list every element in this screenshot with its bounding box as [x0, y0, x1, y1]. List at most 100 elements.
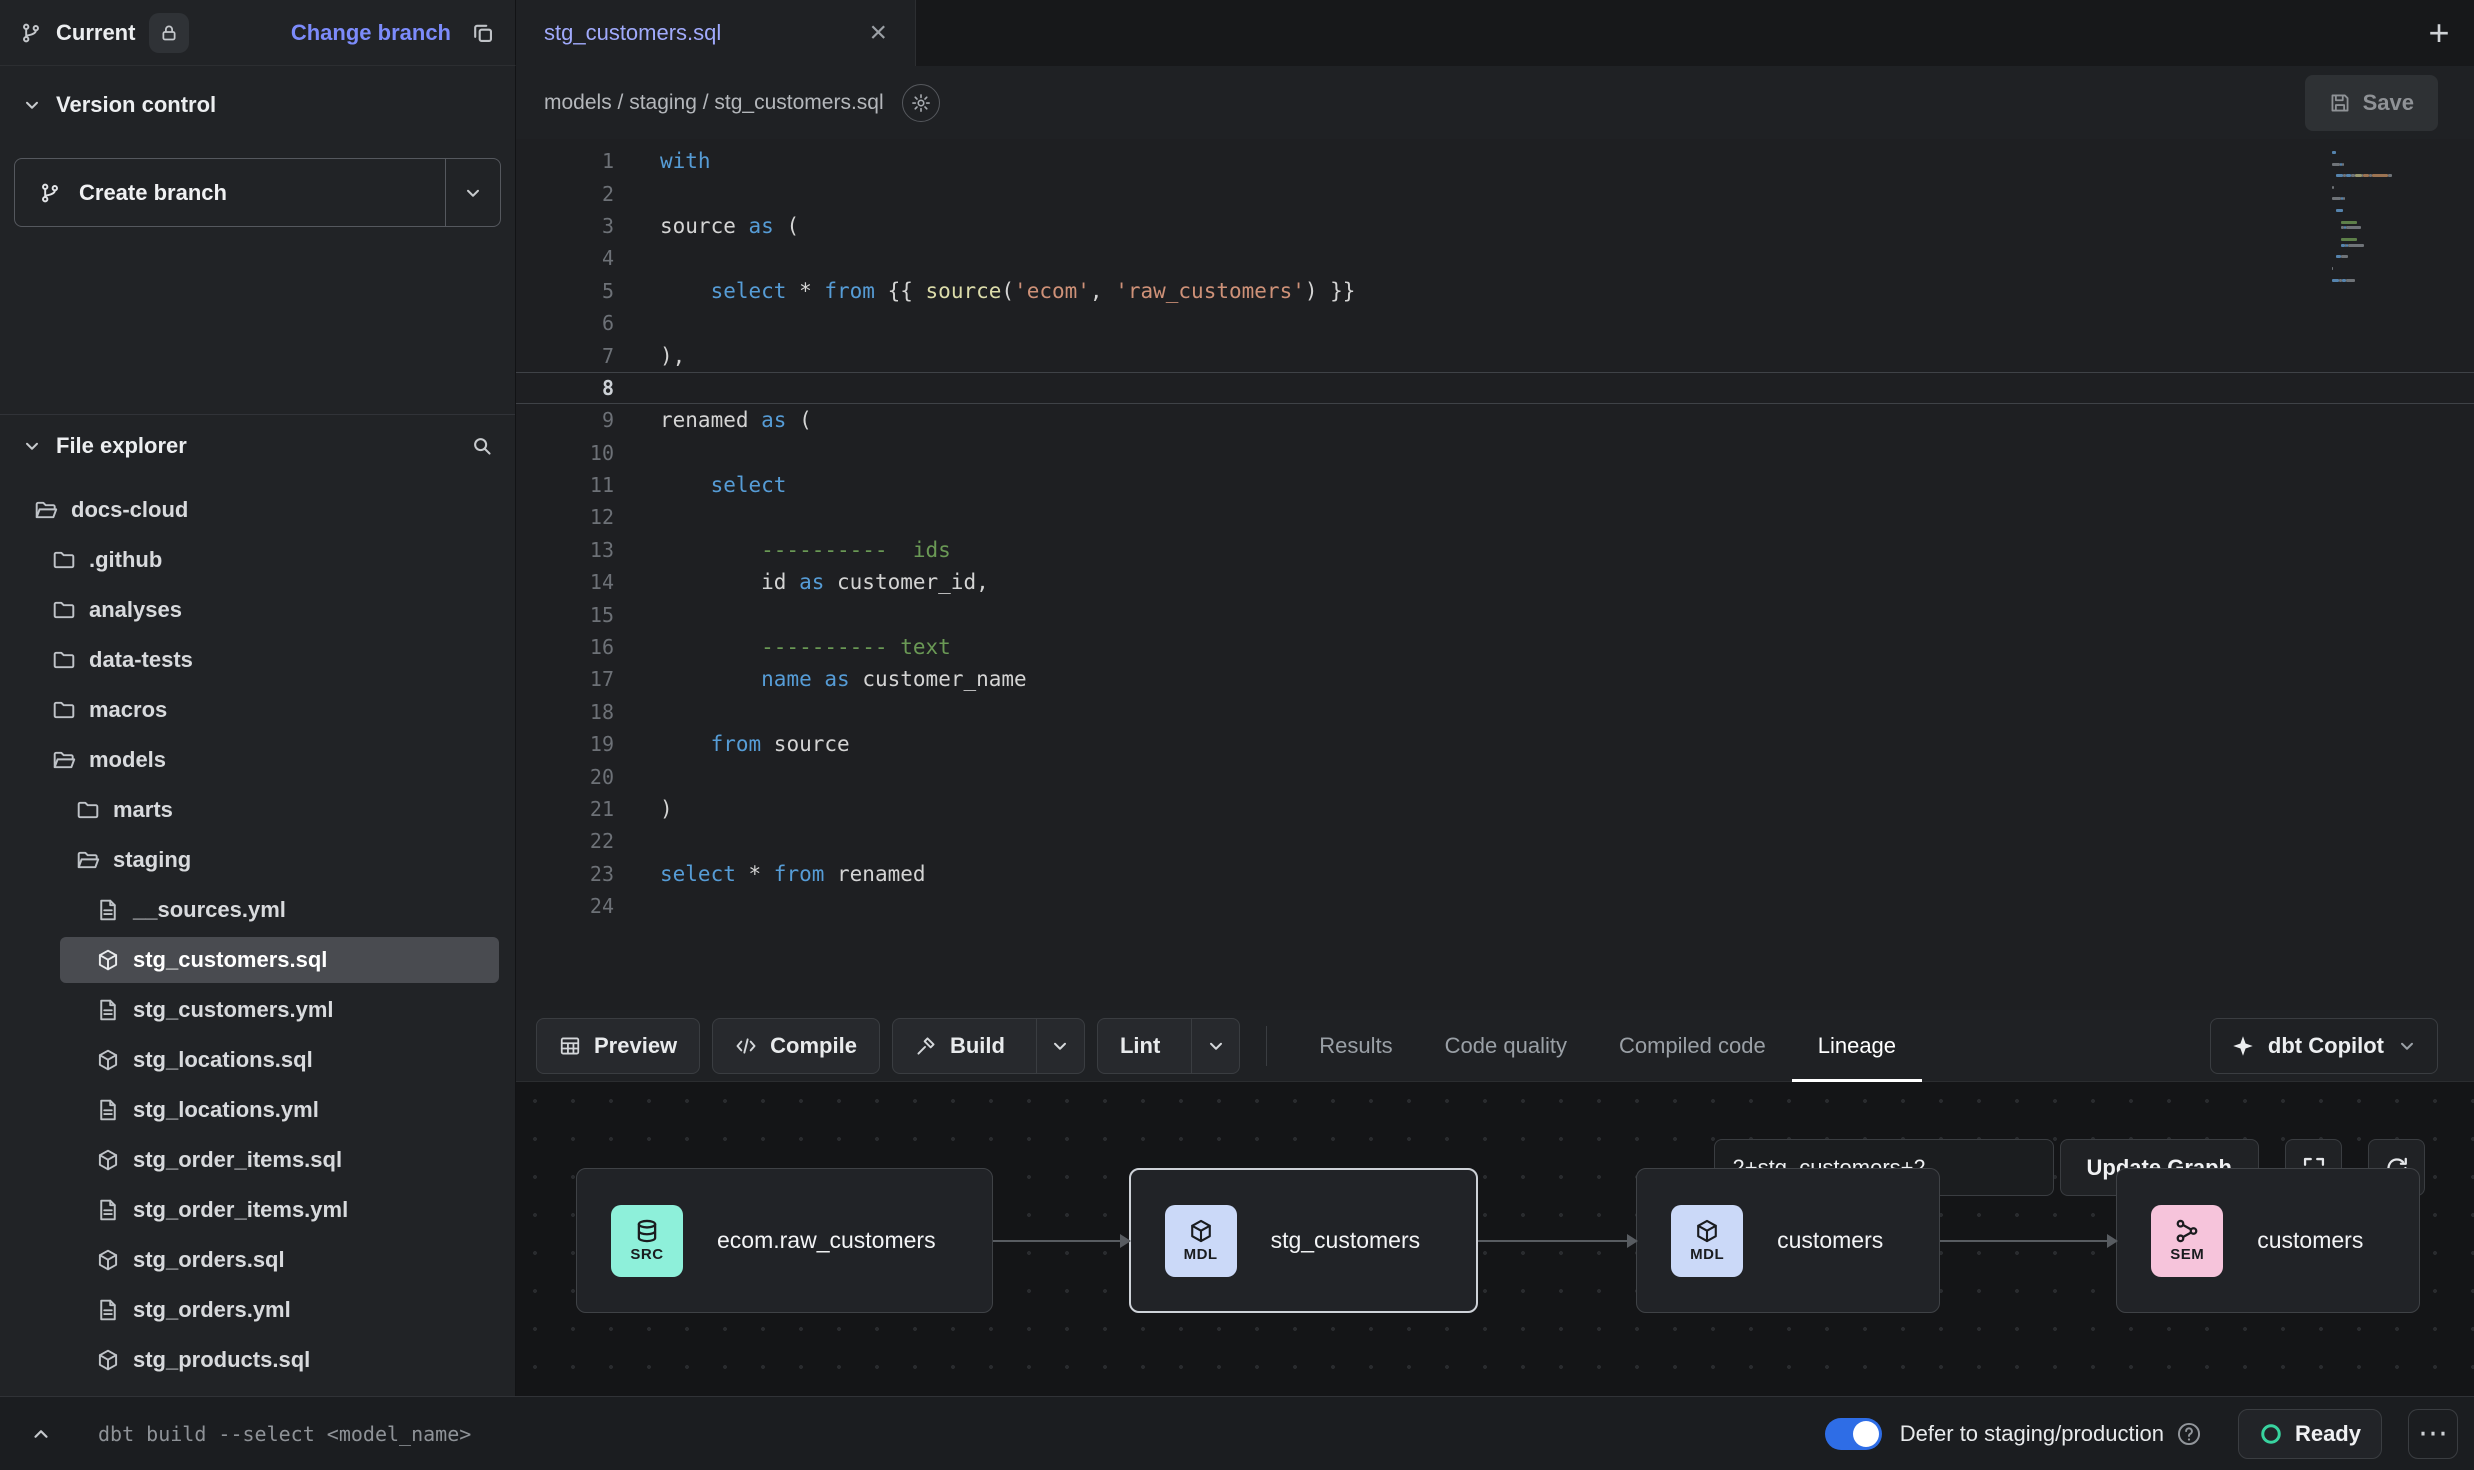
file-icon: [96, 1098, 120, 1122]
code-line-22[interactable]: 22: [516, 825, 2474, 857]
create-branch-button[interactable]: Create branch: [14, 158, 501, 227]
help-icon[interactable]: [2176, 1421, 2202, 1447]
code-line-19[interactable]: 19 from source: [516, 728, 2474, 760]
code-line-4[interactable]: 4: [516, 242, 2474, 274]
status-ready-badge[interactable]: Ready: [2238, 1409, 2382, 1459]
lineage-node-mdl-customers[interactable]: MDLcustomers: [1636, 1168, 1940, 1313]
tree-item-stg-order-items-yml[interactable]: stg_order_items.yml: [0, 1185, 515, 1235]
panel-tab-results[interactable]: Results: [1293, 1010, 1418, 1082]
branch-readonly-badge: [149, 13, 189, 53]
line-number: 24: [516, 894, 660, 918]
version-control-title: Version control: [56, 92, 216, 118]
tree-item-github[interactable]: .github: [0, 535, 515, 585]
current-branch-label[interactable]: Current: [56, 20, 135, 46]
command-input[interactable]: dbt build --select <model_name>: [98, 1422, 471, 1446]
code-line-14[interactable]: 14 id as customer_id,: [516, 566, 2474, 598]
tree-item-sources-yml[interactable]: __sources.yml: [0, 885, 515, 935]
tree-item-stg-customers-yml[interactable]: stg_customers.yml: [0, 985, 515, 1035]
lineage-node-mdl-stg-customers[interactable]: MDLstg_customers: [1129, 1168, 1479, 1313]
code-line-20[interactable]: 20: [516, 760, 2474, 792]
code-line-23[interactable]: 23select * from renamed: [516, 858, 2474, 890]
line-number: 16: [516, 635, 660, 659]
search-icon[interactable]: [471, 435, 493, 457]
defer-toggle[interactable]: [1825, 1418, 1882, 1450]
close-tab-icon[interactable]: ×: [869, 18, 887, 48]
version-control-section: Version control Create branch: [0, 66, 515, 415]
line-number: 10: [516, 441, 660, 465]
tree-item-stg-products-sql[interactable]: stg_products.sql: [0, 1335, 515, 1385]
lineage-node-sem-customers[interactable]: SEMcustomers: [2116, 1168, 2420, 1313]
panel-tab-code-quality[interactable]: Code quality: [1419, 1010, 1593, 1082]
tree-item-data-tests[interactable]: data-tests: [0, 635, 515, 685]
tab-stg-customers-sql[interactable]: stg_customers.sql ×: [516, 0, 916, 66]
tree-item-macros[interactable]: macros: [0, 685, 515, 735]
code-line-15[interactable]: 15: [516, 598, 2474, 630]
code-line-16[interactable]: 16 ---------- text: [516, 631, 2474, 663]
file-explorer-header[interactable]: File explorer: [0, 421, 515, 471]
panel-tab-compiled-code[interactable]: Compiled code: [1593, 1010, 1792, 1082]
tree-item-stg-orders-yml[interactable]: stg_orders.yml: [0, 1285, 515, 1335]
code-line-1[interactable]: 1with: [516, 145, 2474, 177]
build-button[interactable]: Build: [892, 1018, 1085, 1074]
new-tab-button[interactable]: +: [2404, 0, 2474, 66]
line-number: 2: [516, 182, 660, 206]
code-line-11[interactable]: 11 select: [516, 469, 2474, 501]
file-icon: [96, 1198, 120, 1222]
code-editor[interactable]: 1with 2 3source as (45 select * from {{ so…: [516, 139, 2474, 1010]
code-line-7[interactable]: 7),: [516, 339, 2474, 371]
tree-item-stg-order-items-sql[interactable]: stg_order_items.sql: [0, 1135, 515, 1185]
tree-item-analyses[interactable]: analyses: [0, 585, 515, 635]
lock-icon: [159, 23, 179, 43]
editor-minimap[interactable]: [2332, 151, 2398, 290]
line-number: 5: [516, 279, 660, 303]
line-number: 6: [516, 311, 660, 335]
panel-tab-lineage[interactable]: Lineage: [1792, 1010, 1922, 1082]
build-options-chevron[interactable]: [1036, 1019, 1084, 1073]
tree-item-stg-locations-sql[interactable]: stg_locations.sql: [0, 1035, 515, 1085]
file-icon: [96, 998, 120, 1022]
lint-button[interactable]: Lint: [1097, 1018, 1240, 1074]
dbt-copilot-button[interactable]: dbt Copilot: [2210, 1018, 2438, 1074]
code-line-17[interactable]: 17 name as customer_name: [516, 663, 2474, 695]
code-line-8[interactable]: 8: [516, 372, 2474, 404]
tree-item-models[interactable]: models: [0, 735, 515, 785]
branch-bar: Current Change branch: [0, 0, 516, 66]
tree-item-label: __sources.yml: [133, 897, 286, 923]
tree-item-marts[interactable]: marts: [0, 785, 515, 835]
minimap-line: [2332, 168, 2398, 171]
version-control-header[interactable]: Version control: [0, 80, 515, 130]
tree-item-stg-customers-sql[interactable]: stg_customers.sql: [0, 935, 515, 985]
more-options-button[interactable]: ⋯: [2408, 1409, 2458, 1459]
code-line-10[interactable]: 10: [516, 437, 2474, 469]
folder-icon: [52, 598, 76, 622]
preview-button[interactable]: Preview: [536, 1018, 700, 1074]
copy-icon[interactable]: [471, 21, 495, 45]
lint-options-chevron[interactable]: [1191, 1019, 1239, 1073]
code-line-24[interactable]: 24: [516, 890, 2474, 922]
compile-button[interactable]: Compile: [712, 1018, 880, 1074]
folder-icon: [52, 698, 76, 722]
tree-item-stg-orders-sql[interactable]: stg_orders.sql: [0, 1235, 515, 1285]
code-line-12[interactable]: 12: [516, 501, 2474, 533]
code-line-21[interactable]: 21): [516, 793, 2474, 825]
minimap-line: [2332, 261, 2398, 264]
save-button[interactable]: Save: [2305, 75, 2438, 131]
lineage-node-src-ecom-raw-customers[interactable]: SRCecom.raw_customers: [576, 1168, 993, 1313]
code-line-13[interactable]: 13 ---------- ids: [516, 534, 2474, 566]
tree-item-staging[interactable]: staging: [0, 835, 515, 885]
code-line-3[interactable]: 3source as (: [516, 210, 2474, 242]
code-line-9[interactable]: 9renamed as (: [516, 404, 2474, 436]
create-branch-options-chevron[interactable]: [445, 159, 500, 226]
line-number: 11: [516, 473, 660, 497]
tree-item-docs-cloud[interactable]: docs-cloud: [0, 485, 515, 535]
tree-item-label: docs-cloud: [71, 497, 188, 523]
code-line-6[interactable]: 6: [516, 307, 2474, 339]
file-settings-button[interactable]: [902, 84, 940, 122]
code-line-2[interactable]: 2: [516, 177, 2474, 209]
chevron-up-icon[interactable]: [30, 1423, 52, 1445]
tree-item-stg-locations-yml[interactable]: stg_locations.yml: [0, 1085, 515, 1135]
breadcrumb: models / staging / stg_customers.sql: [544, 91, 884, 115]
code-line-18[interactable]: 18: [516, 696, 2474, 728]
code-line-5[interactable]: 5 select * from {{ source('ecom', 'raw_c…: [516, 275, 2474, 307]
change-branch-link[interactable]: Change branch: [291, 20, 451, 46]
